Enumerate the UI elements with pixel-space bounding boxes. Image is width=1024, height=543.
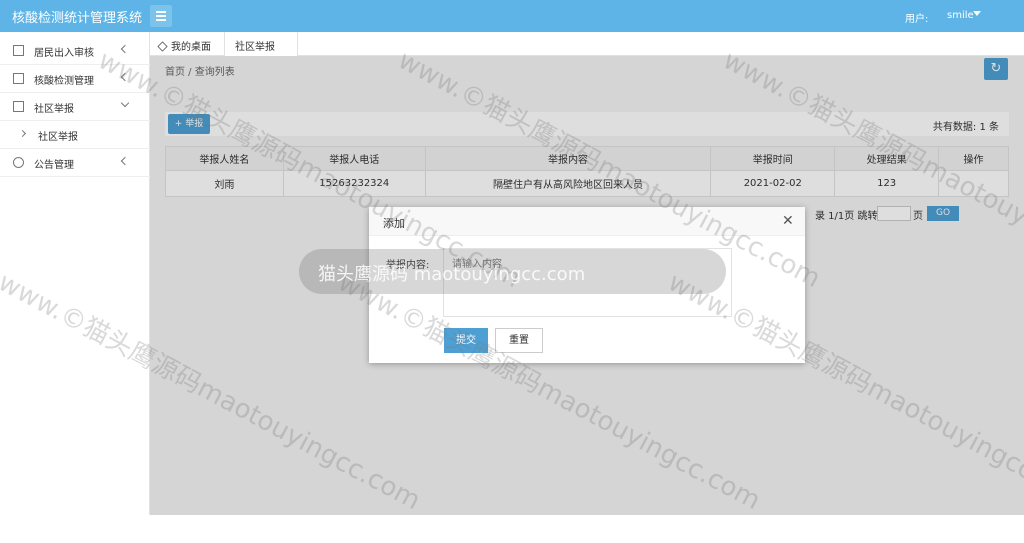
sidebar-item-label: 公告管理 bbox=[34, 160, 74, 171]
tab-bar: 我的桌面 社区举报 × bbox=[150, 32, 1024, 56]
menu-toggle-icon[interactable] bbox=[150, 5, 172, 27]
top-navbar: 核酸检测统计管理系统 用户: smile bbox=[0, 0, 1024, 32]
sidebar-item-community-report[interactable]: 社区举报 bbox=[0, 93, 150, 121]
chevron-left-icon bbox=[120, 156, 130, 166]
home-icon bbox=[157, 41, 168, 52]
chevron-right-icon bbox=[18, 129, 27, 138]
sidebar-subitem-community-report[interactable]: 社区举报 bbox=[0, 121, 150, 149]
sidebar-item-test-management[interactable]: 核酸检测管理 bbox=[0, 65, 150, 93]
user-label: 用户: bbox=[905, 14, 929, 25]
sidebar: 居民出入审核 核酸检测管理 社区举报 社区举报 公告管理 bbox=[0, 32, 150, 515]
sidebar-item-resident-review[interactable]: 居民出入审核 bbox=[0, 37, 150, 65]
submit-button[interactable]: 提交 bbox=[444, 328, 488, 353]
tab-home[interactable]: 我的桌面 bbox=[157, 38, 211, 53]
caret-down-icon[interactable] bbox=[973, 11, 981, 16]
circle-icon bbox=[13, 157, 24, 168]
close-icon[interactable]: × bbox=[235, 38, 243, 49]
edit-icon bbox=[13, 73, 24, 84]
sidebar-item-announcements[interactable]: 公告管理 bbox=[0, 149, 150, 177]
clipboard-icon bbox=[13, 101, 24, 112]
chevron-left-icon bbox=[120, 44, 130, 54]
app-title: 核酸检测统计管理系统 bbox=[12, 11, 143, 26]
sidebar-item-label: 核酸检测管理 bbox=[34, 76, 94, 87]
tab-community-report[interactable]: 社区举报 × bbox=[224, 32, 298, 56]
chevron-down-icon bbox=[120, 98, 130, 108]
tab-home-label: 我的桌面 bbox=[171, 42, 211, 53]
sidebar-item-label: 社区举报 bbox=[38, 132, 78, 143]
chevron-left-icon bbox=[120, 72, 130, 82]
dialog-title: 添加 bbox=[383, 217, 405, 230]
cube-icon bbox=[13, 45, 24, 56]
reset-button[interactable]: 重置 bbox=[495, 328, 543, 353]
dialog-header: 添加 ✕ bbox=[369, 207, 805, 236]
close-icon[interactable]: ✕ bbox=[782, 213, 794, 229]
user-name-dropdown[interactable]: smile bbox=[947, 10, 974, 21]
sidebar-item-label: 社区举报 bbox=[34, 104, 74, 115]
sidebar-item-label: 居民出入审核 bbox=[34, 48, 94, 59]
watermark-bar-text: 猫头鹰源码 maotouyingcc.com bbox=[318, 264, 586, 285]
footer bbox=[0, 515, 1024, 543]
